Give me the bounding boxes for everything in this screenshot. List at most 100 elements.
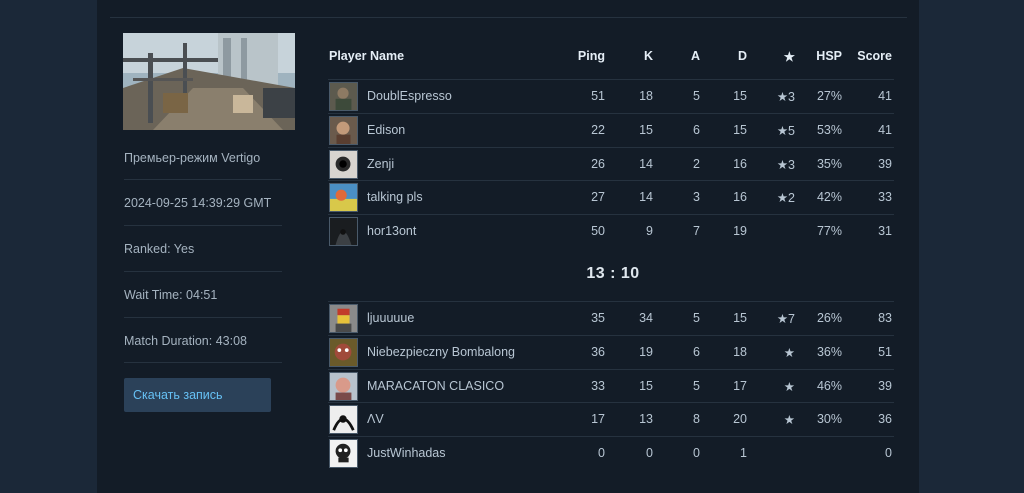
player-name-link[interactable]: Zenji: [367, 157, 394, 171]
stat-score: 33: [878, 190, 892, 205]
player-row[interactable]: MARACATON CLASICO 33 15 5 17 ★ 46% 39: [328, 368, 894, 403]
avatar-lego[interactable]: [329, 304, 358, 333]
stat-score: 36: [878, 412, 892, 427]
stat-a: 8: [693, 412, 700, 427]
stat-a: 7: [693, 224, 700, 239]
stat-ping: 33: [591, 378, 605, 393]
stat-a: 6: [693, 344, 700, 359]
stat-ping: 17: [591, 412, 605, 427]
top-divider: [110, 17, 907, 18]
stat-a: 5: [693, 89, 700, 103]
stat-star: ★3: [776, 90, 795, 104]
avatar-skull[interactable]: [329, 439, 358, 469]
header-kills: K: [643, 49, 653, 63]
stat-d: 15: [733, 89, 747, 103]
stat-a: 3: [693, 190, 700, 205]
header-assists: A: [690, 49, 700, 63]
stat-hsp: 36%: [816, 344, 842, 359]
stat-k: 13: [639, 412, 653, 427]
stat-d: 17: [733, 378, 747, 393]
info-divider: [124, 317, 282, 318]
stat-k: 0: [646, 446, 653, 461]
player-name-link[interactable]: JustWinhadas: [367, 446, 446, 460]
stat-k: 15: [639, 122, 653, 137]
stat-star: ★: [783, 379, 795, 394]
stat-score: 51: [878, 344, 892, 359]
stat-d: 16: [733, 156, 747, 171]
avatar-bw[interactable]: [329, 405, 358, 435]
stat-hsp: 27%: [816, 89, 842, 103]
header-hsp: HSP: [816, 49, 842, 63]
stat-k: 18: [639, 89, 653, 103]
header-deaths: D: [737, 49, 747, 63]
stat-score: 83: [878, 311, 892, 325]
player-row[interactable]: Niebezpieczny Bombalong 36 19 6 18 ★ 36% 51: [328, 334, 894, 369]
stat-hsp: 46%: [816, 378, 842, 393]
stat-score: 41: [878, 89, 892, 103]
stat-star: ★2: [776, 191, 795, 206]
header-ping: Ping: [577, 49, 605, 63]
player-name-link[interactable]: talking pls: [367, 190, 423, 204]
stat-ping: 51: [591, 89, 605, 103]
stat-a: 2: [693, 156, 700, 171]
stat-ping: 35: [591, 311, 605, 325]
player-name-link[interactable]: hor13ont: [367, 224, 416, 238]
avatar-soldier[interactable]: [329, 82, 358, 111]
header-mvp-star: ★: [783, 50, 795, 64]
ranked-status: Ranked: Yes: [124, 242, 195, 256]
avatar-face[interactable]: [329, 115, 358, 145]
player-name-link[interactable]: ljuuuuue: [367, 311, 414, 325]
stat-a: 6: [693, 122, 700, 137]
stat-ping: 26: [591, 156, 605, 171]
stat-hsp: 35%: [816, 156, 842, 171]
header-score: Score: [857, 49, 892, 63]
player-row[interactable]: ΛV 17 13 8 20 ★ 30% 36: [328, 402, 894, 436]
stat-hsp: 26%: [816, 311, 842, 325]
player-row[interactable]: hor13ont 50 9 7 19 77% 31: [328, 214, 894, 248]
stat-score: 39: [878, 378, 892, 393]
avatar-monster[interactable]: [329, 337, 358, 367]
player-row[interactable]: ljuuuuue 35 34 5 15 ★7 26% 83: [328, 301, 894, 335]
stat-star: ★: [783, 413, 795, 428]
match-mode: Премьер-режим Vertigo: [124, 151, 261, 165]
download-demo-button[interactable]: Скачать запись: [124, 378, 271, 412]
avatar-hole[interactable]: [329, 149, 358, 179]
player-name-link[interactable]: Niebezpieczny Bombalong: [367, 345, 515, 359]
match-date: 2024-09-25 14:39:29 GMT: [124, 196, 272, 210]
match-duration: Match Duration: 43:08: [124, 334, 247, 348]
stat-star: ★: [783, 345, 795, 360]
player-row[interactable]: talking pls 27 14 3 16 ★2 42% 33: [328, 180, 894, 214]
stat-k: 19: [639, 344, 653, 359]
player-name-link[interactable]: MARACATON CLASICO: [367, 379, 504, 393]
stat-d: 19: [733, 224, 747, 239]
info-divider: [124, 225, 282, 226]
player-name-link[interactable]: ΛV: [367, 412, 384, 426]
stat-d: 18: [733, 344, 747, 359]
stat-ping: 50: [591, 224, 605, 239]
avatar-man[interactable]: [329, 371, 358, 401]
stat-score: 39: [878, 156, 892, 171]
stat-a: 5: [693, 378, 700, 393]
stat-d: 20: [733, 412, 747, 427]
stat-d: 15: [733, 311, 747, 325]
header-player-name: Player Name: [329, 49, 405, 63]
stat-a: 0: [693, 446, 700, 461]
stat-star: ★5: [776, 123, 795, 138]
stat-k: 15: [639, 378, 653, 393]
player-row[interactable]: Edison 22 15 6 15 ★5 53% 41: [328, 112, 894, 147]
player-name-link[interactable]: Edison: [367, 123, 405, 137]
avatar-colorful[interactable]: [329, 183, 358, 213]
player-row[interactable]: Zenji 26 14 2 16 ★3 35% 39: [328, 146, 894, 181]
info-divider: [124, 362, 282, 363]
stat-a: 5: [693, 311, 700, 325]
stat-k: 14: [639, 156, 653, 171]
player-row[interactable]: DoublEspresso 51 18 5 15 ★3 27% 41: [328, 79, 894, 113]
player-name-link[interactable]: DoublEspresso: [367, 89, 452, 103]
stat-k: 34: [639, 311, 653, 325]
stat-score: 0: [885, 446, 892, 461]
player-row[interactable]: JustWinhadas 0 0 0 1 0: [328, 436, 894, 470]
stat-hsp: 53%: [816, 122, 842, 137]
map-thumbnail: [123, 33, 295, 130]
stat-score: 41: [878, 122, 892, 137]
avatar-hood[interactable]: [329, 217, 358, 247]
